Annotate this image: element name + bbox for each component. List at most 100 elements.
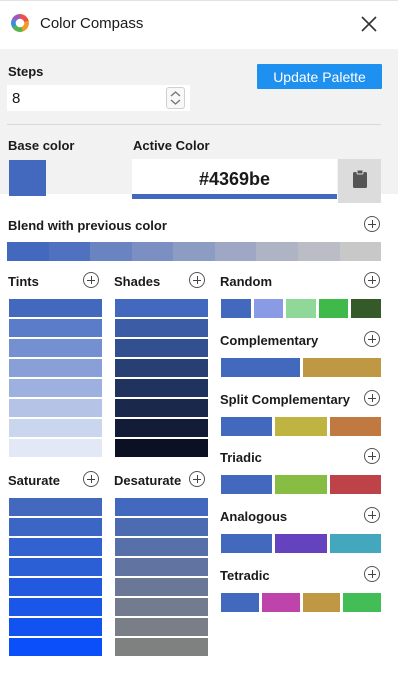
blend-swatch[interactable] <box>131 242 174 261</box>
blend-label: Blend with previous color <box>8 218 167 233</box>
add-random-button[interactable] <box>364 272 380 288</box>
copy-button[interactable] <box>338 159 381 203</box>
saturate-swatch[interactable] <box>9 578 102 596</box>
complementary-swatch[interactable] <box>302 358 381 377</box>
shades-swatch[interactable] <box>115 419 208 437</box>
desaturate-swatch[interactable] <box>115 578 208 596</box>
triadic-swatch[interactable] <box>329 475 381 494</box>
random-swatch[interactable] <box>351 299 381 318</box>
shades-swatch[interactable] <box>115 439 208 457</box>
random-swatch[interactable] <box>318 299 349 318</box>
add-split-complementary-button[interactable] <box>364 390 380 406</box>
shades-swatch[interactable] <box>115 379 208 397</box>
analogous-swatch[interactable] <box>221 534 273 553</box>
triadic-swatch[interactable] <box>275 475 327 494</box>
desaturate-swatch[interactable] <box>115 558 208 576</box>
tetradic-swatches <box>221 593 381 612</box>
add-saturate-button[interactable] <box>83 471 99 487</box>
desaturate-label: Desaturate <box>114 473 182 488</box>
saturate-swatch[interactable] <box>9 538 102 556</box>
shades-swatch[interactable] <box>115 359 208 377</box>
saturate-swatch[interactable] <box>9 518 102 536</box>
divider <box>7 124 381 125</box>
tints-swatch[interactable] <box>9 439 102 457</box>
random-swatch[interactable] <box>221 299 251 318</box>
shades-swatch[interactable] <box>115 299 208 317</box>
tetradic-swatch[interactable] <box>261 593 300 612</box>
desaturate-swatch[interactable] <box>115 618 208 636</box>
triadic-label: Triadic <box>220 450 262 465</box>
saturate-swatch[interactable] <box>9 498 102 516</box>
random-swatch[interactable] <box>286 299 316 318</box>
saturate-swatch[interactable] <box>9 558 102 576</box>
desaturate-swatch[interactable] <box>115 538 208 556</box>
color-wheel-icon <box>11 14 29 32</box>
split-complementary-swatch[interactable] <box>329 417 381 436</box>
saturate-swatch[interactable] <box>9 618 102 636</box>
split-complementary-swatch[interactable] <box>221 417 273 436</box>
split-complementary-swatch[interactable] <box>275 417 327 436</box>
saturate-swatch[interactable] <box>9 598 102 616</box>
add-blend-button[interactable] <box>364 216 380 232</box>
desaturate-swatch[interactable] <box>115 498 208 516</box>
desaturate-swatch[interactable] <box>115 598 208 616</box>
analogous-swatch[interactable] <box>329 534 381 553</box>
blend-swatch[interactable] <box>214 242 257 261</box>
blend-swatch[interactable] <box>339 242 382 261</box>
add-desaturate-button[interactable] <box>189 471 205 487</box>
update-palette-button[interactable]: Update Palette <box>257 64 382 89</box>
steps-stepper[interactable] <box>166 87 185 109</box>
steps-input[interactable] <box>7 85 162 111</box>
add-analogous-button[interactable] <box>364 507 380 523</box>
tints-swatch[interactable] <box>9 319 102 337</box>
blend-swatch[interactable] <box>90 242 132 261</box>
saturate-label: Saturate <box>8 473 61 488</box>
steps-field <box>7 85 190 111</box>
tints-swatch[interactable] <box>9 419 102 437</box>
base-color-label: Base color <box>8 138 75 153</box>
complementary-swatch[interactable] <box>221 358 300 377</box>
tints-swatch[interactable] <box>9 339 102 357</box>
steps-label: Steps <box>8 64 44 79</box>
tints-swatch[interactable] <box>9 379 102 397</box>
add-triadic-button[interactable] <box>364 448 380 464</box>
add-tetradic-button[interactable] <box>364 566 380 582</box>
blend-swatch[interactable] <box>7 242 49 261</box>
shades-swatch[interactable] <box>115 319 208 337</box>
desaturate-swatch[interactable] <box>115 518 208 536</box>
add-shades-button[interactable] <box>189 272 205 288</box>
triadic-swatches <box>221 475 381 494</box>
active-color-field[interactable]: #4369be <box>132 159 337 199</box>
blend-swatch[interactable] <box>173 242 215 261</box>
tints-swatch[interactable] <box>9 359 102 377</box>
shades-swatch[interactable] <box>115 399 208 417</box>
tetradic-label: Tetradic <box>220 568 270 583</box>
tetradic-swatch[interactable] <box>302 593 341 612</box>
triadic-swatch[interactable] <box>221 475 273 494</box>
tetradic-swatch[interactable] <box>221 593 259 612</box>
shades-swatch[interactable] <box>115 339 208 357</box>
split-complementary-label: Split Complementary <box>220 392 351 407</box>
analogous-swatches <box>221 534 381 553</box>
blend-swatch-row <box>7 242 382 261</box>
tints-swatch[interactable] <box>9 399 102 417</box>
blend-swatch[interactable] <box>297 242 340 261</box>
active-color-bar <box>132 194 337 199</box>
random-swatch[interactable] <box>253 299 284 318</box>
blend-swatch[interactable] <box>48 242 91 261</box>
tetradic-swatch[interactable] <box>343 593 381 612</box>
analogous-label: Analogous <box>220 509 288 524</box>
shades-label: Shades <box>114 274 161 289</box>
desaturate-swatch[interactable] <box>115 638 208 656</box>
close-icon[interactable] <box>359 14 379 34</box>
base-color-swatch[interactable] <box>9 160 46 196</box>
saturate-swatch[interactable] <box>9 638 102 656</box>
clipboard-icon <box>352 169 368 194</box>
add-complementary-button[interactable] <box>364 331 380 347</box>
blend-swatch[interactable] <box>256 242 298 261</box>
random-label: Random <box>220 274 272 289</box>
tints-swatch[interactable] <box>9 299 102 317</box>
add-tints-button[interactable] <box>83 272 99 288</box>
app-title: Color Compass <box>40 15 144 32</box>
analogous-swatch[interactable] <box>275 534 327 553</box>
